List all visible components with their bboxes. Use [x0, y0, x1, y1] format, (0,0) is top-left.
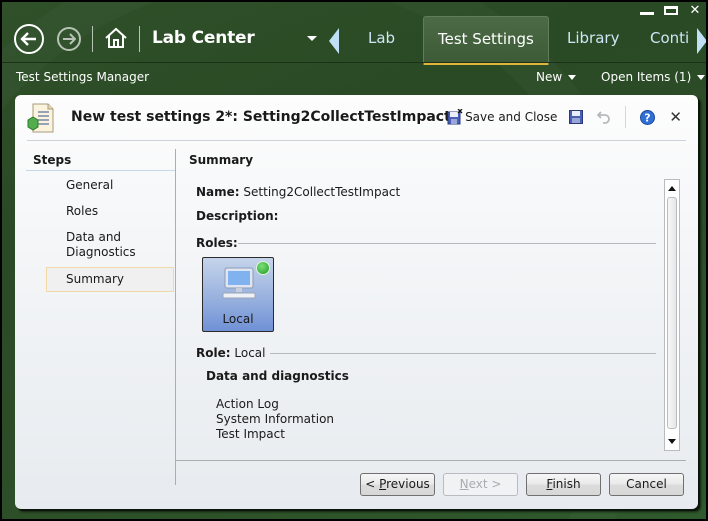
- wizard-buttons: < Previous Next > Finish Cancel: [360, 473, 684, 496]
- summary-title: Summary: [189, 153, 254, 167]
- next-label-rest: ext >: [468, 477, 502, 491]
- new-menu-label: New: [536, 70, 563, 84]
- nav-divider-line: [2, 62, 706, 63]
- dialog-toolbar: Save and Close ? ✕: [447, 106, 682, 128]
- role-rule: [270, 353, 656, 354]
- previous-prefix: <: [365, 477, 380, 491]
- home-icon: [105, 27, 127, 48]
- name-row: Name: Setting2CollectTestImpact: [196, 185, 400, 199]
- save-icon: [569, 110, 584, 124]
- app-title: Lab Center: [152, 28, 255, 48]
- footer-divider: [176, 460, 686, 461]
- chevron-down-icon: [568, 75, 577, 80]
- save-button[interactable]: [569, 110, 584, 124]
- dialog-title: New test settings 2*: Setting2CollectTes…: [71, 109, 451, 125]
- home-button[interactable]: [104, 26, 128, 50]
- undo-icon: [597, 111, 611, 124]
- tab-test-settings[interactable]: Test Settings: [423, 16, 549, 65]
- step-data-and-diagnostics[interactable]: Data and Diagnostics: [46, 226, 156, 264]
- name-label: Name:: [196, 185, 240, 199]
- vertical-scrollbar[interactable]: [664, 179, 680, 451]
- navigation-bar: Lab Center Lab Test Settings Library Con…: [2, 14, 706, 65]
- steps-pane: Steps General Roles Data and Diagnostics…: [26, 150, 176, 292]
- test-settings-dialog: New test settings 2*: Setting2CollectTes…: [15, 95, 698, 509]
- undo-button[interactable]: [597, 110, 611, 124]
- scrollbar-thumb[interactable]: [667, 197, 677, 429]
- open-items-menu[interactable]: Open Items (1): [601, 70, 706, 84]
- back-arrow-icon: [20, 32, 36, 46]
- checked-status-icon: [256, 261, 270, 275]
- help-button[interactable]: ?: [640, 109, 656, 125]
- next-button[interactable]: Next >: [443, 473, 518, 496]
- roles-row: Roles:: [196, 236, 238, 250]
- nav-divider: [92, 26, 93, 52]
- dialog-header: New test settings 2*: Setting2CollectTes…: [15, 95, 698, 140]
- tab-lab[interactable]: Lab: [368, 29, 395, 47]
- forward-arrow-icon: [63, 33, 76, 45]
- scroll-up-icon[interactable]: [668, 186, 676, 191]
- svg-text:?: ?: [645, 111, 651, 124]
- save-and-close-label: Save and Close: [465, 110, 558, 124]
- previous-label-rest: revious: [386, 477, 430, 491]
- save-and-close-icon: [447, 109, 463, 125]
- name-value: Setting2CollectTestImpact: [243, 185, 401, 199]
- new-menu[interactable]: New: [536, 70, 577, 84]
- test-settings-document-icon: [27, 103, 54, 133]
- steps-title: Steps: [26, 150, 176, 171]
- previous-button[interactable]: < Previous: [360, 473, 435, 496]
- tab-scroll-left-icon[interactable]: [329, 28, 339, 54]
- role-tile-local[interactable]: Local: [202, 257, 274, 332]
- list-item: Test Impact: [216, 427, 285, 441]
- step-roles[interactable]: Roles: [46, 200, 174, 223]
- back-button[interactable]: [14, 24, 44, 54]
- finish-label-rest: inish: [552, 477, 581, 491]
- tab-controllers[interactable]: Conti: [650, 29, 689, 47]
- summary-pane: Summary Name: Setting2CollectTestImpact …: [176, 150, 686, 460]
- role-tile-label: Local: [222, 312, 254, 326]
- description-row: Description:: [196, 209, 278, 223]
- lab-center-window: ✕ Lab Center Lab Test Settings Library C…: [2, 2, 706, 519]
- role-value: Local: [234, 346, 266, 360]
- toolbar-divider: [625, 106, 627, 128]
- computer-icon: [222, 267, 256, 299]
- role-row: Role: Local: [196, 346, 265, 360]
- step-general[interactable]: General: [46, 174, 174, 197]
- diagnostics-title: Data and diagnostics: [206, 369, 349, 383]
- save-and-close-button[interactable]: Save and Close: [447, 109, 557, 125]
- list-item: Action Log: [216, 397, 279, 411]
- header-divider: [27, 140, 686, 141]
- finish-button[interactable]: Finish: [526, 473, 601, 496]
- tab-library[interactable]: Library: [567, 29, 619, 47]
- roles-label: Roles:: [196, 236, 238, 250]
- breadcrumb: Test Settings Manager: [16, 70, 150, 84]
- next-mnemonic: N: [459, 477, 469, 491]
- list-item: System Information: [216, 412, 335, 426]
- step-summary[interactable]: Summary: [46, 267, 174, 292]
- help-icon: ?: [640, 109, 656, 125]
- role-label: Role:: [196, 346, 231, 360]
- open-items-label: Open Items (1): [601, 70, 692, 84]
- roles-rule: [238, 243, 656, 244]
- scroll-down-icon[interactable]: [668, 439, 676, 444]
- description-label: Description:: [196, 209, 279, 223]
- forward-button[interactable]: [57, 27, 81, 51]
- sub-toolbar: Test Settings Manager New Open Items (1): [2, 65, 706, 89]
- close-dialog-button[interactable]: ✕: [669, 108, 682, 126]
- nav-divider: [139, 26, 140, 52]
- chevron-down-icon: [697, 75, 706, 80]
- cancel-button[interactable]: Cancel: [609, 473, 684, 496]
- app-switch-dropdown-icon[interactable]: [307, 36, 317, 41]
- tab-scroll-right-icon[interactable]: [697, 28, 706, 54]
- diagnostics-list: Action Log System Information Test Impac…: [216, 397, 334, 442]
